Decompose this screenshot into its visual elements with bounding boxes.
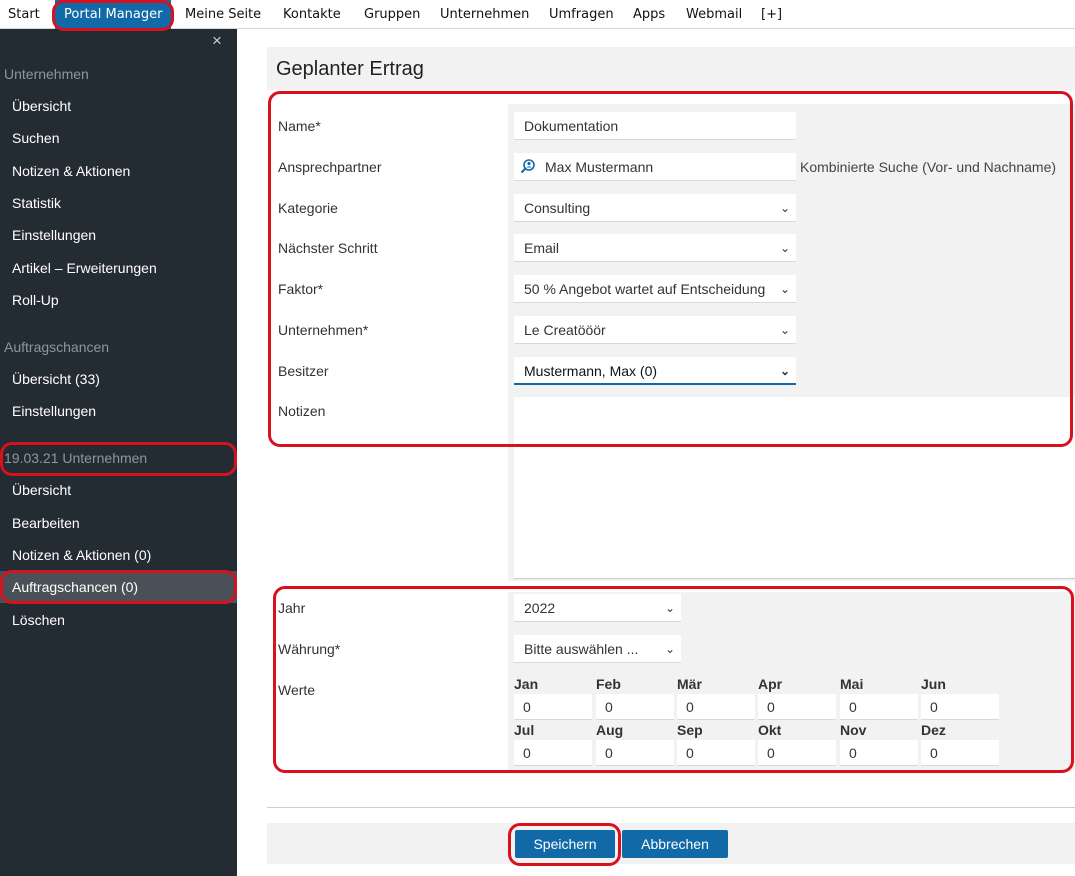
nav-portal-manager[interactable]: Portal Manager	[55, 0, 172, 29]
values-label: Werte	[278, 682, 316, 698]
nav-kontakte[interactable]: Kontakte	[283, 0, 341, 29]
month-input-dez[interactable]: 0	[921, 740, 999, 766]
nav-umfragen[interactable]: Umfragen	[549, 0, 614, 29]
nav-apps[interactable]: Apps	[633, 0, 665, 29]
category-select[interactable]: Consulting ⌄	[514, 194, 796, 222]
chevron-down-icon: ⌄	[779, 201, 790, 215]
contact-label: Ansprechpartner	[278, 159, 382, 175]
company-value: Le Creatööör	[524, 322, 606, 338]
month-label-sep: Sep	[677, 722, 703, 738]
owner-select[interactable]: Mustermann, Max (0) ⌄	[514, 357, 796, 385]
month-input-mai[interactable]: 0	[840, 694, 918, 720]
sidebar-item-statistik[interactable]: Statistik	[12, 195, 61, 211]
sidebar: × Unternehmen Übersicht Suchen Notizen &…	[0, 29, 237, 876]
sidebar-item-bearbeiten[interactable]: Bearbeiten	[12, 515, 80, 531]
currency-select[interactable]: Bitte auswählen ... ⌄	[514, 635, 681, 663]
nav-more[interactable]: [+]	[761, 0, 782, 29]
currency-label: Währung*	[278, 641, 341, 657]
sidebar-section-auftragschancen: Auftragschancen	[4, 339, 110, 355]
factor-select[interactable]: 50 % Angebot wartet auf Entscheidung ⌄	[514, 275, 796, 303]
nav-start[interactable]: Start	[8, 0, 40, 29]
nav-gruppen[interactable]: Gruppen	[364, 0, 420, 29]
factor-label: Faktor*	[278, 281, 324, 297]
search-person-icon	[519, 153, 537, 180]
sidebar-section-record: 19.03.21 Unternehmen	[4, 450, 148, 466]
chevron-down-icon: ⌄	[777, 275, 790, 302]
month-input-jun[interactable]: 0	[921, 694, 999, 720]
chevron-down-icon: ⌄	[664, 601, 675, 615]
sidebar-item-notizen-aktionen[interactable]: Notizen & Aktionen	[12, 163, 130, 179]
contact-value: Max Mustermann	[545, 159, 654, 175]
company-select[interactable]: Le Creatööör ⌄	[514, 316, 796, 344]
sidebar-item-loeschen[interactable]: Löschen	[12, 612, 65, 628]
save-button[interactable]: Speichern	[515, 830, 615, 858]
month-label-jan: Jan	[514, 676, 539, 692]
sidebar-item-uebersicht[interactable]: Übersicht	[12, 98, 71, 114]
chevron-down-icon: ⌄	[664, 642, 675, 656]
notes-textarea[interactable]	[514, 397, 1075, 579]
sidebar-item-record-auftragschancen[interactable]: Auftragschancen (0)	[12, 579, 138, 595]
footer-divider	[267, 807, 1075, 808]
month-label-mar: Mär	[677, 676, 702, 692]
form-header: Geplanter Ertrag	[267, 47, 1075, 90]
month-label-aug: Aug	[596, 722, 624, 738]
month-label-nov: Nov	[840, 722, 867, 738]
month-input-nov[interactable]: 0	[840, 740, 918, 766]
month-label-jun: Jun	[921, 676, 946, 692]
sidebar-item-einstellungen[interactable]: Einstellungen	[12, 227, 96, 243]
page-title: Geplanter Ertrag	[276, 58, 424, 80]
year-value: 2022	[524, 600, 556, 616]
month-label-mai: Mai	[840, 676, 864, 692]
month-input-jul[interactable]: 0	[514, 740, 592, 766]
year-select[interactable]: 2022 ⌄	[514, 594, 681, 622]
contact-search-hint: Kombinierte Suche (Vor- und Nachname)	[800, 159, 1057, 175]
notes-label: Notizen	[278, 403, 326, 419]
sidebar-item-suchen[interactable]: Suchen	[12, 130, 59, 146]
company-label: Unternehmen*	[278, 322, 369, 338]
month-input-jan[interactable]: 0	[514, 694, 592, 720]
next-step-value: Email	[524, 240, 560, 256]
top-navigation: Start Portal Manager Meine Seite Kontakt…	[0, 0, 1075, 29]
chevron-down-icon: ⌄	[779, 323, 790, 337]
sidebar-section-unternehmen: Unternehmen	[4, 66, 89, 82]
chevron-down-icon: ⌄	[779, 364, 790, 378]
month-label-jul: Jul	[514, 722, 535, 738]
cancel-button[interactable]: Abbrechen	[622, 830, 728, 858]
currency-value: Bitte auswählen ...	[524, 641, 639, 657]
sidebar-item-record-notizen[interactable]: Notizen & Aktionen (0)	[12, 547, 151, 563]
month-input-aug[interactable]: 0	[596, 740, 674, 766]
owner-label: Besitzer	[278, 363, 329, 379]
month-input-apr[interactable]: 0	[758, 694, 836, 720]
year-label: Jahr	[278, 600, 306, 616]
name-input[interactable]: Dokumentation	[514, 112, 796, 140]
name-label: Name*	[278, 118, 321, 134]
category-label: Kategorie	[278, 200, 338, 216]
month-input-okt[interactable]: 0	[758, 740, 836, 766]
close-icon[interactable]: ×	[212, 31, 222, 51]
month-label-okt: Okt	[758, 722, 782, 738]
month-label-feb: Feb	[596, 676, 621, 692]
month-input-mar[interactable]: 0	[677, 694, 755, 720]
month-input-sep[interactable]: 0	[677, 740, 755, 766]
sidebar-item-auftragschancen-uebersicht[interactable]: Übersicht (33)	[12, 371, 100, 387]
month-label-dez: Dez	[921, 722, 946, 738]
sidebar-item-roll-up[interactable]: Roll-Up	[12, 292, 59, 308]
next-step-select[interactable]: Email ⌄	[514, 234, 796, 262]
contact-search-input[interactable]: Max Mustermann	[514, 153, 796, 181]
owner-value: Mustermann, Max (0)	[524, 363, 658, 379]
sidebar-item-artikel-erweiterungen[interactable]: Artikel – Erweiterungen	[12, 260, 157, 276]
nav-webmail[interactable]: Webmail	[686, 0, 742, 29]
nav-meine-seite[interactable]: Meine Seite	[185, 0, 261, 29]
sidebar-item-auftragschancen-einstellungen[interactable]: Einstellungen	[12, 403, 96, 419]
category-value: Consulting	[524, 200, 591, 216]
factor-value: 50 % Angebot wartet auf Entscheidung	[524, 281, 766, 297]
month-input-feb[interactable]: 0	[596, 694, 674, 720]
nav-unternehmen[interactable]: Unternehmen	[440, 0, 529, 29]
month-label-apr: Apr	[758, 676, 783, 692]
sidebar-item-record-uebersicht[interactable]: Übersicht	[12, 482, 71, 498]
chevron-down-icon: ⌄	[779, 241, 790, 255]
next-step-label: Nächster Schritt	[278, 240, 378, 256]
